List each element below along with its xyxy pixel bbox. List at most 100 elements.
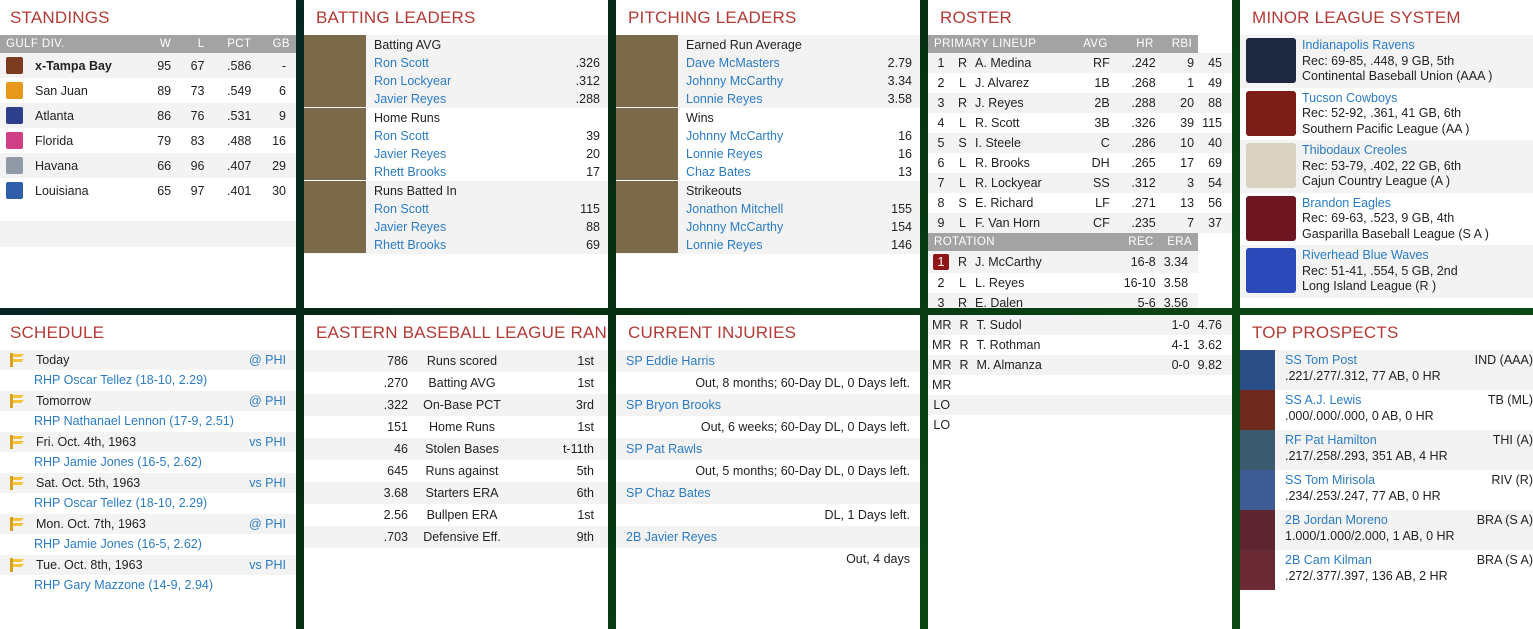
table-row[interactable]: Havana 66 96 .407 29 <box>0 153 296 178</box>
table-row[interactable]: MR <box>928 375 1232 395</box>
minor-team-name[interactable]: Tucson Cowboys <box>1302 91 1469 107</box>
table-row[interactable]: Louisiana 65 97 .401 30 <box>0 178 296 203</box>
lineup-player-name[interactable]: A. Medina <box>971 53 1078 73</box>
prospect-name[interactable]: SS Tom Mirisola <box>1285 472 1375 488</box>
list-item[interactable]: Ron Scott 39 <box>366 127 608 145</box>
list-item[interactable]: 2B Jordan Moreno BRA (S A) 1.000/1.000/2… <box>1240 510 1533 550</box>
list-item[interactable]: SP Chaz Bates DL, 1 Days left. <box>616 482 920 526</box>
list-item[interactable]: 2B Javier Reyes Out, 4 days <box>616 526 920 570</box>
lineup-player-name[interactable]: I. Steele <box>971 133 1078 153</box>
table-row[interactable]: MR R T. Rothman 4-1 3.62 <box>928 335 1232 355</box>
bullpen-player-name[interactable] <box>972 415 1148 435</box>
table-row[interactable]: 1 R A. Medina RF .242 9 45 <box>928 53 1232 73</box>
list-item[interactable]: SS A.J. Lewis TB (ML) .000/.000/.000, 0 … <box>1240 390 1533 430</box>
list-item[interactable]: Dave McMasters 2.79 <box>678 54 920 72</box>
list-item[interactable]: Tue. Oct. 8th, 1963 vs PHI RHP Gary Mazz… <box>0 555 296 596</box>
standings-team-name[interactable]: San Juan <box>29 78 144 103</box>
list-item[interactable]: Sat. Oct. 5th, 1963 vs PHI RHP Oscar Tel… <box>0 473 296 514</box>
list-item[interactable]: Jonathon Mitchell 155 <box>678 200 920 218</box>
table-row[interactable]: MR R M. Almanza 0-0 9.82 <box>928 355 1232 375</box>
bullpen-player-name[interactable] <box>972 395 1148 415</box>
minor-team-name[interactable]: Brandon Eagles <box>1302 196 1489 212</box>
table-row[interactable]: 3 R E. Dalen 5-6 3.56 <box>928 293 1232 308</box>
injury-player-name[interactable]: SP Chaz Bates <box>616 482 920 504</box>
table-row[interactable]: 7 L R. Lockyear SS .312 3 54 <box>928 173 1232 193</box>
table-row[interactable]: 9 L F. Van Horn CF .235 7 37 <box>928 213 1232 233</box>
leader-player-name[interactable]: Lonnie Reyes <box>686 238 762 252</box>
leader-player-name[interactable]: Javier Reyes <box>374 92 446 106</box>
prospect-name[interactable]: 2B Jordan Moreno <box>1285 512 1388 528</box>
minor-team-name[interactable]: Thibodaux Creoles <box>1302 143 1461 159</box>
list-item[interactable]: Lonnie Reyes 16 <box>678 145 920 163</box>
leader-player-name[interactable]: Rhett Brooks <box>374 238 446 252</box>
leader-player-name[interactable]: Jonathon Mitchell <box>686 202 783 216</box>
lineup-player-name[interactable]: F. Van Horn <box>971 213 1078 233</box>
list-item[interactable]: SS Tom Mirisola RIV (R) .234/.253/.247, … <box>1240 470 1533 510</box>
list-item[interactable]: Ron Lockyear .312 <box>366 72 608 90</box>
table-row[interactable]: Florida 79 83 .488 16 <box>0 128 296 153</box>
leader-player-name[interactable]: Lonnie Reyes <box>686 92 762 106</box>
lineup-player-name[interactable]: R. Brooks <box>971 153 1078 173</box>
leader-player-name[interactable]: Johnny McCarthy <box>686 129 783 143</box>
schedule-opponent[interactable]: vs PHI <box>249 435 286 449</box>
schedule-opponent[interactable]: vs PHI <box>249 476 286 490</box>
leader-player-name[interactable]: Ron Scott <box>374 56 429 70</box>
list-item[interactable]: Riverhead Blue Waves Rec: 51-41, .554, 5… <box>1240 245 1533 298</box>
list-item[interactable]: Thibodaux Creoles Rec: 53-79, .402, 22 G… <box>1240 140 1533 193</box>
table-row[interactable]: x-Tampa Bay 95 67 .586 - <box>0 53 296 78</box>
leader-player-name[interactable]: Lonnie Reyes <box>686 147 762 161</box>
bullpen-player-name[interactable]: T. Sudol <box>972 315 1148 335</box>
table-row[interactable]: LO <box>928 395 1232 415</box>
list-item[interactable]: SS Tom Post IND (AAA) .221/.277/.312, 77… <box>1240 350 1533 390</box>
injury-player-name[interactable]: SP Bryon Brooks <box>616 394 920 416</box>
table-row[interactable]: Atlanta 86 76 .531 9 <box>0 103 296 128</box>
table-row[interactable]: 5 S I. Steele C .286 10 40 <box>928 133 1232 153</box>
list-item[interactable]: Lonnie Reyes 146 <box>678 236 920 254</box>
schedule-opponent[interactable]: vs PHI <box>249 558 286 572</box>
table-row[interactable]: LO <box>928 415 1232 435</box>
list-item[interactable]: Tomorrow @ PHI RHP Nathanael Lennon (17-… <box>0 391 296 432</box>
bullpen-player-name[interactable]: T. Rothman <box>972 335 1148 355</box>
rotation-player-name[interactable]: E. Dalen <box>971 293 1114 308</box>
prospect-name[interactable]: RF Pat Hamilton <box>1285 432 1377 448</box>
prospect-name[interactable]: SS Tom Post <box>1285 352 1357 368</box>
leader-player-name[interactable]: Dave McMasters <box>686 56 780 70</box>
schedule-pitcher[interactable]: RHP Jamie Jones (16-5, 2.62) <box>0 452 296 473</box>
leader-player-name[interactable]: Johnny McCarthy <box>686 220 783 234</box>
prospect-name[interactable]: 2B Cam Kilman <box>1285 552 1372 568</box>
list-item[interactable]: Chaz Bates 13 <box>678 163 920 181</box>
leader-player-name[interactable]: Javier Reyes <box>374 147 446 161</box>
rotation-player-name[interactable]: L. Reyes <box>971 273 1114 293</box>
list-item[interactable]: Tucson Cowboys Rec: 52-92, .361, 41 GB, … <box>1240 88 1533 141</box>
table-row[interactable]: 3 R J. Reyes 2B .288 20 88 <box>928 93 1232 113</box>
list-item[interactable]: RF Pat Hamilton THI (A) .217/.258/.293, … <box>1240 430 1533 470</box>
injury-player-name[interactable]: SP Pat Rawls <box>616 438 920 460</box>
schedule-opponent[interactable]: @ PHI <box>249 394 286 408</box>
leader-player-name[interactable]: Ron Scott <box>374 202 429 216</box>
schedule-pitcher[interactable]: RHP Oscar Tellez (18-10, 2.29) <box>0 493 296 514</box>
list-item[interactable]: Ron Scott .326 <box>366 54 608 72</box>
schedule-opponent[interactable]: @ PHI <box>249 353 286 367</box>
table-row[interactable]: 2 L L. Reyes 16-10 3.58 <box>928 273 1232 293</box>
list-item[interactable]: Brandon Eagles Rec: 69-63, .523, 9 GB, 4… <box>1240 193 1533 246</box>
leader-player-name[interactable]: Ron Scott <box>374 129 429 143</box>
list-item[interactable]: SP Bryon Brooks Out, 6 weeks; 60-Day DL,… <box>616 394 920 438</box>
list-item[interactable]: Johnny McCarthy 154 <box>678 218 920 236</box>
table-row[interactable]: 1 R J. McCarthy 16-8 3.34 <box>928 251 1232 273</box>
table-row[interactable]: 2 L J. Alvarez 1B .268 1 49 <box>928 73 1232 93</box>
leader-player-name[interactable]: Chaz Bates <box>686 165 751 179</box>
lineup-player-name[interactable]: E. Richard <box>971 193 1078 213</box>
injury-player-name[interactable]: SP Eddie Harris <box>616 350 920 372</box>
leader-player-name[interactable]: Ron Lockyear <box>374 74 451 88</box>
bullpen-player-name[interactable]: M. Almanza <box>972 355 1148 375</box>
list-item[interactable]: Javier Reyes .288 <box>366 90 608 108</box>
standings-team-name[interactable]: Atlanta <box>29 103 144 128</box>
schedule-pitcher[interactable]: RHP Nathanael Lennon (17-9, 2.51) <box>0 411 296 432</box>
list-item[interactable]: Johnny McCarthy 16 <box>678 127 920 145</box>
leader-player-name[interactable]: Javier Reyes <box>374 220 446 234</box>
list-item[interactable]: Ron Scott 115 <box>366 200 608 218</box>
standings-team-name[interactable]: Louisiana <box>29 178 144 203</box>
table-row[interactable]: 6 L R. Brooks DH .265 17 69 <box>928 153 1232 173</box>
standings-team-name[interactable]: Florida <box>29 128 144 153</box>
list-item[interactable]: SP Pat Rawls Out, 5 months; 60-Day DL, 0… <box>616 438 920 482</box>
